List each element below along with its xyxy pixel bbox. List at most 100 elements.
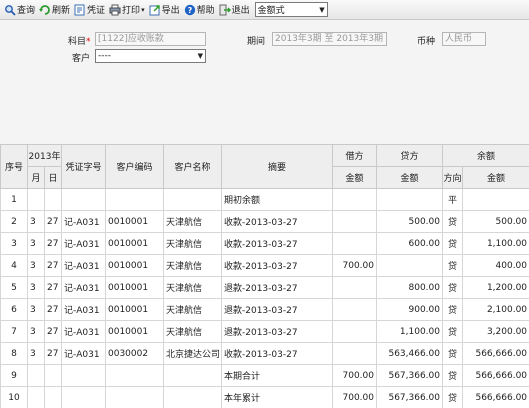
credit-cell: 500.00 bbox=[376, 210, 443, 233]
day-cell: 27 bbox=[44, 210, 62, 233]
col-direction: 方向 bbox=[442, 166, 463, 189]
chevron-down-icon: ▼ bbox=[319, 5, 325, 14]
seq-cell: 8 bbox=[0, 342, 28, 365]
month-cell: 3 bbox=[27, 320, 45, 343]
summary-cell: 收款-2013-03-27 bbox=[221, 254, 333, 277]
chevron-down-icon: ▾ bbox=[141, 5, 145, 14]
debit-cell: 700.00 bbox=[332, 364, 377, 387]
subject-field[interactable]: [1122]应收账款 bbox=[95, 32, 206, 46]
direction-cell: 贷 bbox=[442, 276, 463, 299]
voucher-label: 凭证 bbox=[87, 6, 106, 16]
code-cell: 0010001 bbox=[105, 298, 164, 321]
balance-cell bbox=[461, 188, 529, 211]
credit-cell: 800.00 bbox=[376, 276, 443, 299]
period-field[interactable]: 2013年3期 至 2013年3期 bbox=[272, 32, 387, 46]
table-row[interactable]: 5 3 27 记-A031 0010001 天津航信 退款-2013-03-27 800.00… bbox=[0, 276, 529, 299]
print-label: 打印 bbox=[122, 6, 141, 16]
balance-cell: 1,200.00 bbox=[461, 276, 529, 299]
month-cell: 3 bbox=[27, 342, 45, 365]
col-debit-amount: 金额 bbox=[332, 166, 377, 189]
customer-value: ---- bbox=[98, 51, 111, 61]
month-cell: 3 bbox=[27, 254, 45, 277]
direction-cell: 平 bbox=[442, 188, 463, 211]
debit-cell: 700.00 bbox=[332, 386, 377, 408]
summary-cell: 本期合计 bbox=[221, 364, 333, 387]
col-balance: 余额 bbox=[441, 144, 529, 167]
chevron-down-icon: ▼ bbox=[197, 52, 203, 60]
table-row[interactable]: 6 3 27 记-A031 0010001 天津航信 退款-2013-03-27 900.00… bbox=[0, 298, 529, 321]
voucher-cell: 记-A031 bbox=[61, 320, 106, 343]
exit-button[interactable]: 退出 bbox=[217, 1, 252, 19]
code-cell: 0010001 bbox=[105, 210, 164, 233]
seq-cell: 6 bbox=[0, 298, 28, 321]
summary-cell: 收款-2013-03-27 bbox=[221, 232, 333, 255]
col-credit: 贷方 bbox=[376, 144, 443, 167]
magnifier-icon bbox=[4, 4, 16, 16]
voucher-cell bbox=[61, 364, 106, 387]
seq-cell: 10 bbox=[0, 386, 28, 408]
day-cell: 27 bbox=[44, 342, 62, 365]
refresh-label: 刷新 bbox=[52, 6, 71, 16]
table-row[interactable]: 10 本年累计 700.00 567,366.00 贷 566,666.00 bbox=[0, 386, 529, 408]
voucher-cell bbox=[61, 386, 106, 408]
toolbar: 查询 刷新 凭证 打印 ▾ 导出 ? 帮助 退出 金额式 ▼ bbox=[0, 0, 529, 20]
name-cell bbox=[163, 364, 222, 387]
table-row[interactable]: 2 3 27 记-A031 0010001 天津航信 收款-2013-03-27 500.00… bbox=[0, 210, 529, 233]
month-cell bbox=[27, 364, 45, 387]
day-cell: 27 bbox=[44, 320, 62, 343]
format-select[interactable]: 金额式 ▼ bbox=[254, 2, 328, 17]
table-row[interactable]: 3 3 27 记-A031 0010001 天津航信 收款-2013-03-27 600.00… bbox=[0, 232, 529, 255]
ledger-table: 序号 2013年 凭证字号 客户编码 客户名称 摘要 借方 贷方 余额 月 日 … bbox=[0, 144, 529, 408]
code-cell: 0010001 bbox=[105, 254, 164, 277]
voucher-cell: 记-A031 bbox=[61, 232, 106, 255]
table-row[interactable]: 8 3 27 记-A031 0030002 北京捷达公司 收款-2013-03-27 563,… bbox=[0, 342, 529, 365]
day-cell bbox=[44, 386, 62, 408]
summary-cell: 收款-2013-03-27 bbox=[221, 342, 333, 365]
code-cell bbox=[105, 386, 164, 408]
credit-cell: 1,100.00 bbox=[376, 320, 443, 343]
svg-text:?: ? bbox=[187, 6, 192, 15]
print-button[interactable]: 打印 ▾ bbox=[107, 1, 147, 19]
refresh-button[interactable]: 刷新 bbox=[37, 1, 72, 19]
credit-cell: 600.00 bbox=[376, 232, 443, 255]
customer-select[interactable]: ---- ▼ bbox=[95, 49, 206, 63]
voucher-cell: 记-A031 bbox=[61, 298, 106, 321]
col-day: 日 bbox=[44, 166, 62, 189]
direction-cell: 贷 bbox=[442, 364, 463, 387]
code-cell bbox=[105, 188, 164, 211]
help-label: 帮助 bbox=[196, 6, 215, 16]
day-cell: 27 bbox=[44, 298, 62, 321]
balance-cell: 2,100.00 bbox=[461, 298, 529, 321]
export-button[interactable]: 导出 bbox=[147, 1, 182, 19]
balance-cell: 566,666.00 bbox=[461, 342, 529, 365]
help-button[interactable]: ? 帮助 bbox=[182, 1, 217, 19]
voucher-cell: 记-A031 bbox=[61, 276, 106, 299]
exit-icon bbox=[219, 4, 231, 16]
debit-cell bbox=[332, 342, 377, 365]
table-row[interactable]: 7 3 27 记-A031 0010001 天津航信 退款-2013-03-27 1,100.… bbox=[0, 320, 529, 343]
col-balance-amount: 金额 bbox=[461, 166, 529, 189]
balance-cell: 3,200.00 bbox=[461, 320, 529, 343]
table-row[interactable]: 9 本期合计 700.00 567,366.00 贷 566,666.00 bbox=[0, 364, 529, 387]
code-cell bbox=[105, 364, 164, 387]
summary-cell: 退款-2013-03-27 bbox=[221, 320, 333, 343]
code-cell: 0010001 bbox=[105, 320, 164, 343]
table-row[interactable]: 4 3 27 记-A031 0010001 天津航信 收款-2013-03-27 700.00… bbox=[0, 254, 529, 277]
seq-cell: 9 bbox=[0, 364, 28, 387]
query-button[interactable]: 查询 bbox=[2, 1, 37, 19]
currency-field[interactable]: 人民币 bbox=[442, 32, 486, 46]
currency-label: 币种 bbox=[417, 37, 436, 47]
day-cell: 27 bbox=[44, 254, 62, 277]
col-seq: 序号 bbox=[0, 144, 28, 189]
summary-cell: 收款-2013-03-27 bbox=[221, 210, 333, 233]
direction-cell: 贷 bbox=[442, 298, 463, 321]
day-cell: 27 bbox=[44, 232, 62, 255]
code-cell: 0010001 bbox=[105, 232, 164, 255]
name-cell bbox=[163, 188, 222, 211]
name-cell: 天津航信 bbox=[163, 254, 222, 277]
table-row[interactable]: 1 期初余额 平 bbox=[0, 188, 529, 211]
voucher-button[interactable]: 凭证 bbox=[72, 1, 107, 19]
code-cell: 0010001 bbox=[105, 276, 164, 299]
col-voucher-no: 凭证字号 bbox=[61, 144, 106, 189]
name-cell: 天津航信 bbox=[163, 232, 222, 255]
